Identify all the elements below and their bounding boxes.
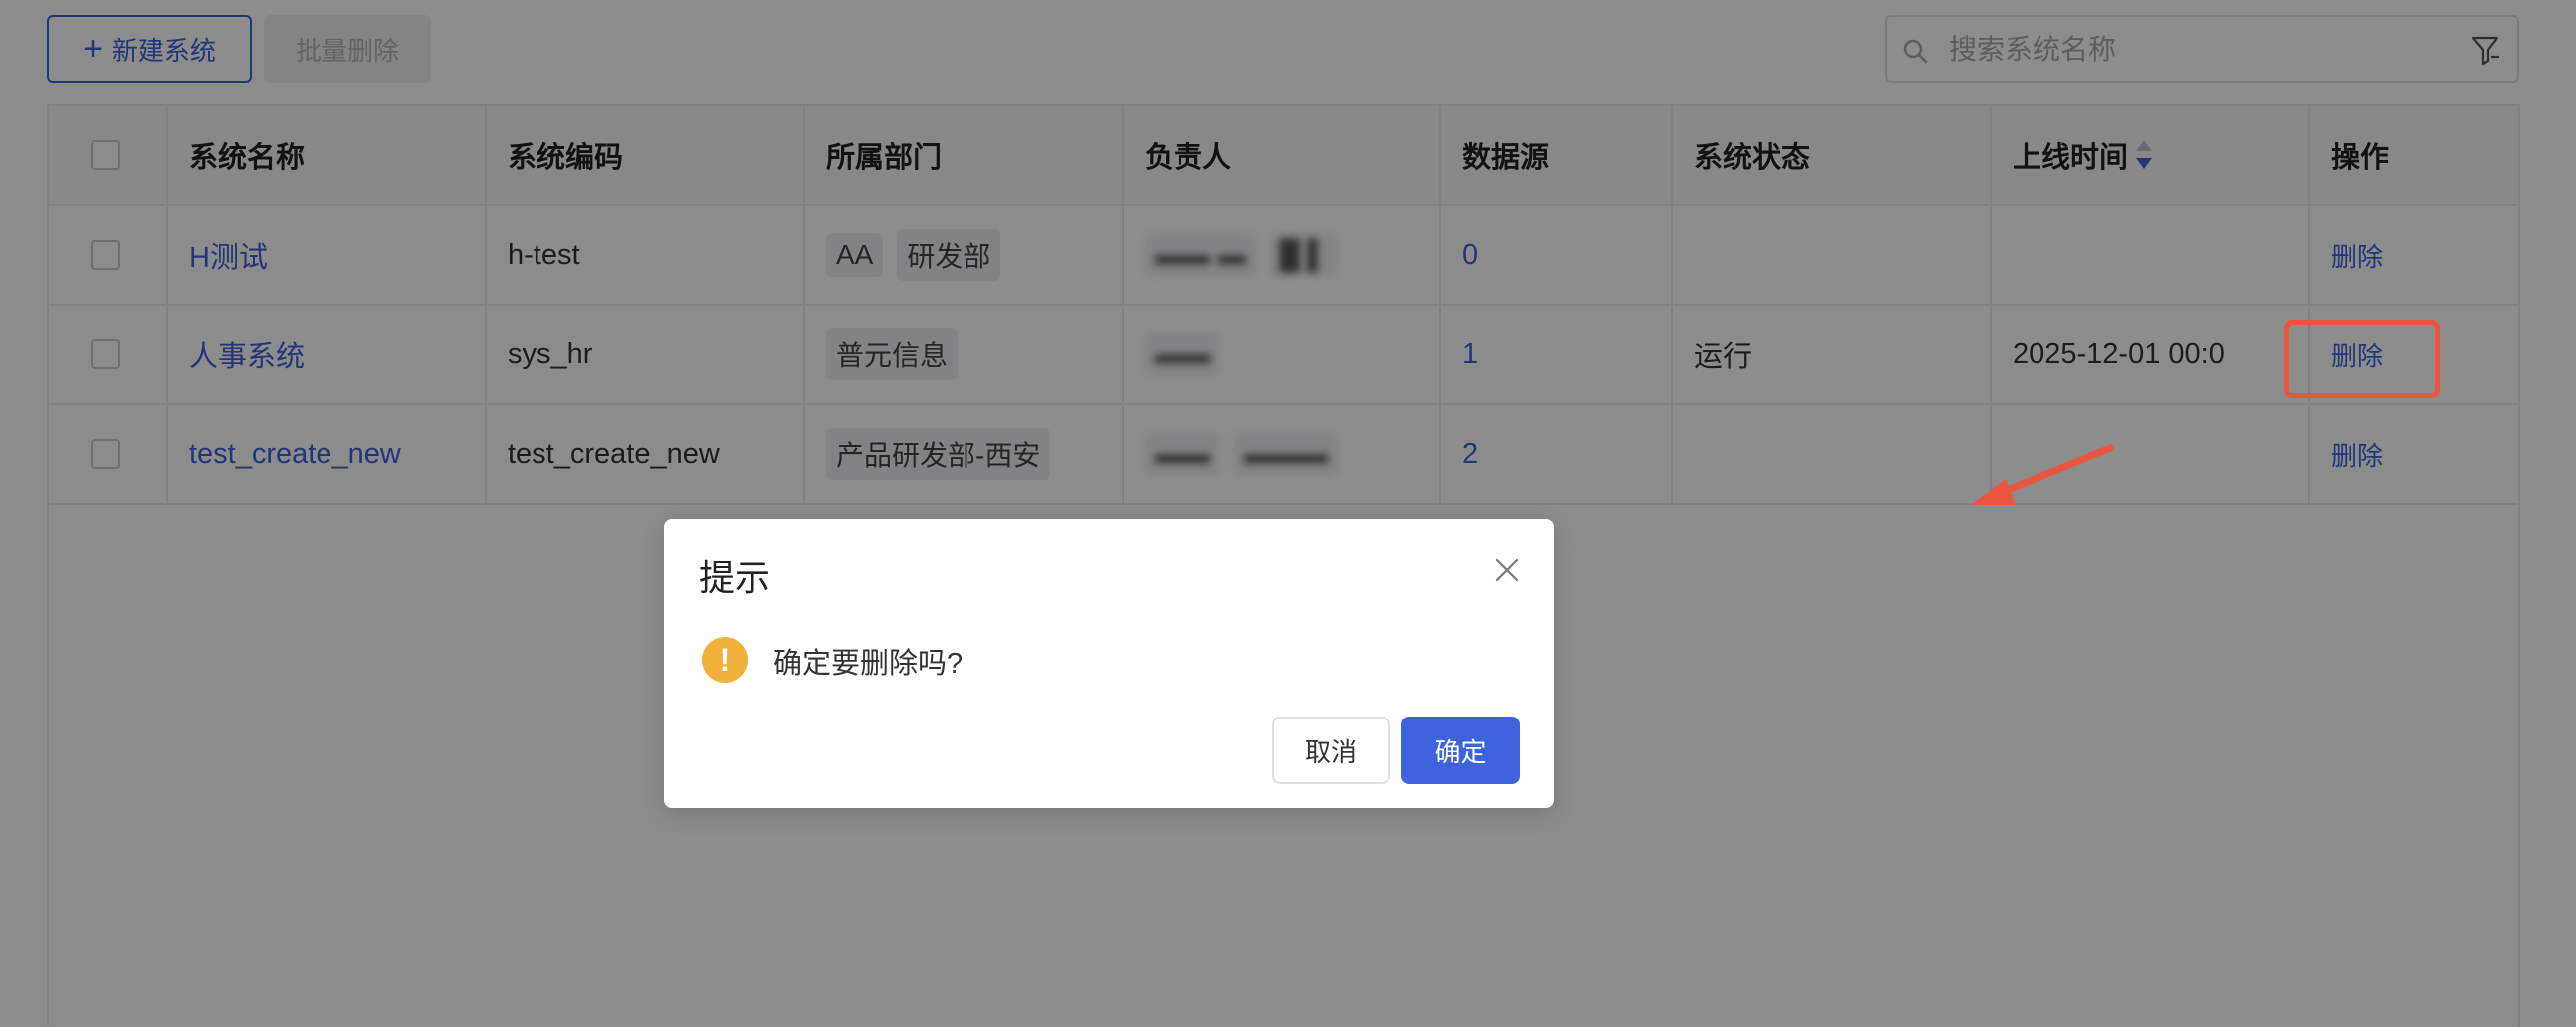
confirm-label: 确定: [1434, 736, 1487, 767]
annotation-highlight-box: [2284, 320, 2440, 398]
dialog-message: 确定要删除吗?: [773, 648, 964, 680]
cancel-label: 取消: [1304, 736, 1357, 767]
confirm-dialog: 提示 ! 确定要删除吗? 取消 确定: [664, 519, 1554, 808]
cancel-button[interactable]: 取消: [1272, 717, 1390, 784]
warning-icon: !: [702, 637, 748, 683]
dialog-title: 提示: [699, 557, 771, 598]
close-icon[interactable]: [1494, 557, 1520, 583]
modal-mask[interactable]: [0, 0, 2576, 1027]
annotation-arrow-icon: [1971, 444, 2114, 505]
page: + 新建系统 批量删除 系统名称 系统编码 所属部门 负责人 数据源: [0, 0, 2576, 1027]
confirm-button[interactable]: 确定: [1401, 717, 1520, 784]
